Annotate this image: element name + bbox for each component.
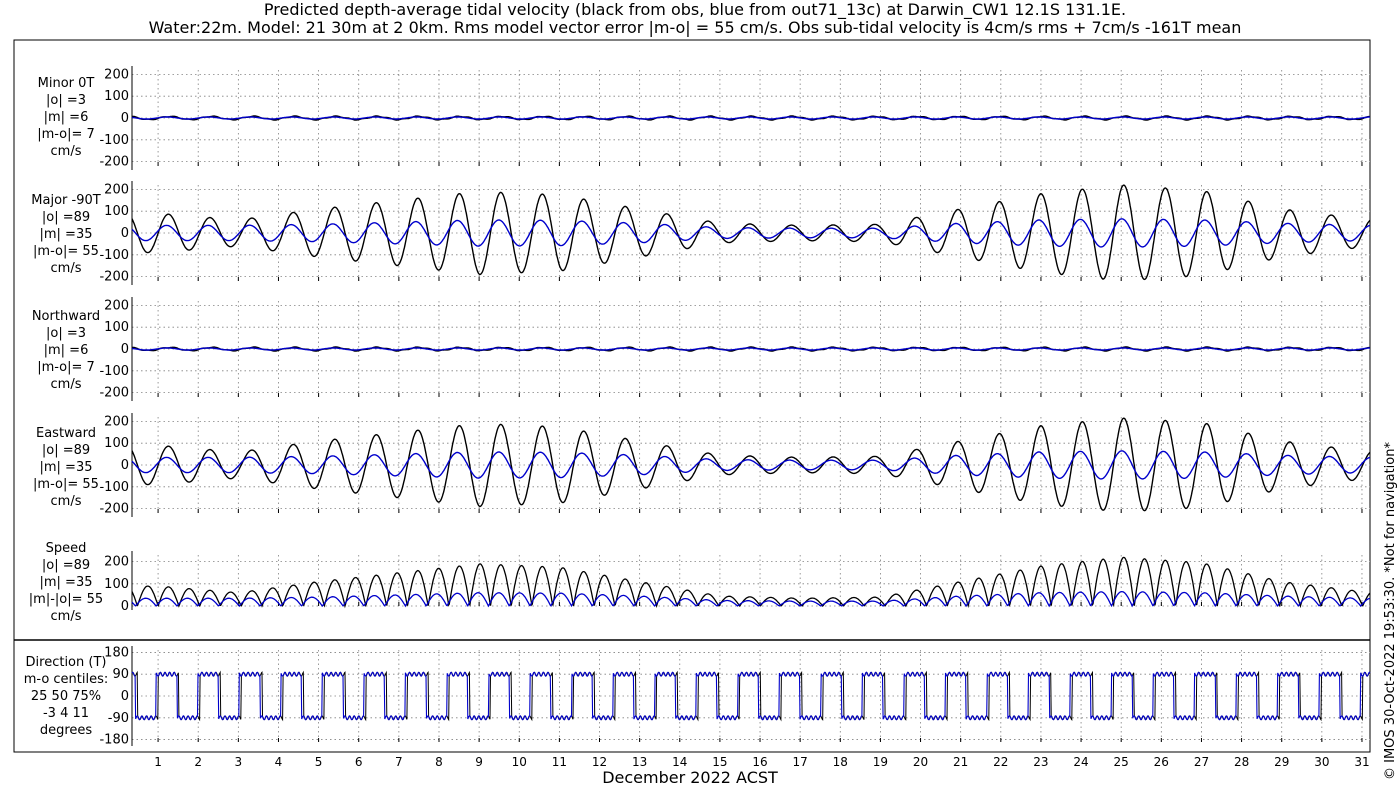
x-tick-label: 6 [355, 755, 363, 769]
y-tick-label: 90 [112, 667, 129, 682]
panel-label-line: Direction (T) [26, 655, 107, 670]
y-tick-label: 0 [121, 111, 129, 126]
y-tick-label: -180 [99, 733, 129, 748]
x-tick-label: 5 [315, 755, 323, 769]
x-tick-label: 30 [1314, 755, 1329, 769]
x-tick-label: 12 [592, 755, 607, 769]
x-axis-label: December 2022 ACST [602, 768, 778, 787]
y-tick-label: 200 [104, 182, 129, 197]
x-tick-label: 10 [512, 755, 527, 769]
tidal-velocity-chart: 2001000-100-200Minor 0T|o| =3|m| =6|m-o|… [13, 39, 1371, 769]
x-tick-label: 19 [873, 755, 888, 769]
y-tick-label: -100 [99, 364, 129, 379]
y-tick-label: -200 [99, 386, 129, 401]
y-tick-label: 200 [104, 298, 129, 313]
y-tick-label: -100 [99, 480, 129, 495]
panel-label-line: degrees [40, 723, 93, 738]
y-tick-label: -100 [99, 248, 129, 263]
panel-5: 180 90 0 -90 -180 Direction (T) m-o centiles: 2… [24, 645, 1371, 748]
x-tick-label: 24 [1073, 755, 1088, 769]
x-tick-label: 15 [712, 755, 727, 769]
plot-frame [13, 39, 1371, 753]
panel-label-line: Eastward [36, 426, 96, 441]
panel-1: 200 100 0 -100 -200 Major -90T |o| =89 |m| =35 |… [31, 181, 1371, 285]
y-tick-label: 0 [121, 342, 129, 357]
x-tick-label: 28 [1234, 755, 1249, 769]
x-tick-label: 22 [993, 755, 1008, 769]
x-tick-label: 7 [395, 755, 403, 769]
y-tick-label: 0 [121, 689, 129, 704]
panel-label-line: |o| =89 [42, 210, 90, 225]
y-tick-label: 0 [121, 458, 129, 473]
x-tick-label: 31 [1354, 755, 1369, 769]
panel-label-line: |m| =6 [44, 110, 89, 125]
x-tick-label: 9 [475, 755, 483, 769]
y-tick-label: 100 [104, 89, 129, 104]
panel-label-line: |m| =35 [40, 227, 93, 242]
y-tick-label: 180 [104, 645, 129, 660]
y-tick-label: 0 [121, 226, 129, 241]
panel-label-line: cm/s [51, 261, 82, 276]
y-tick-label: 200 [104, 414, 129, 429]
x-tick-label: 25 [1114, 755, 1129, 769]
y-tick-label: 200 [104, 67, 129, 82]
x-tick-label: 18 [833, 755, 848, 769]
panel-label-line: |o| =89 [42, 558, 90, 573]
panel-label-line: Major -90T [31, 193, 100, 208]
x-tick-label: 13 [632, 755, 647, 769]
panel-label-line: |m| =35 [40, 460, 93, 475]
panel-label-line: |m| =35 [40, 575, 93, 590]
panel-label-line: |m| =6 [44, 343, 89, 358]
x-tick-label: 27 [1194, 755, 1209, 769]
y-tick-label: 100 [104, 577, 129, 592]
x-tick-label: 3 [235, 755, 243, 769]
x-tick-label: 4 [275, 755, 283, 769]
panel-label-line: cm/s [51, 377, 82, 392]
panel-label-line: cm/s [51, 609, 82, 624]
panel-label-line: |m-o|= 7 [37, 127, 95, 142]
panel-label-line: cm/s [51, 144, 82, 159]
y-tick-label: 100 [104, 436, 129, 451]
panel-label-line: Minor 0T [38, 76, 95, 91]
x-tick-label: 11 [552, 755, 567, 769]
credit-text: © IMOS 30-Oct-2022 19:53:30. *Not for na… [1383, 442, 1398, 780]
y-tick-label: -200 [99, 155, 129, 170]
y-tick-label: -200 [99, 270, 129, 285]
y-tick-label: 100 [104, 320, 129, 335]
panel-label-line: |o| =3 [46, 326, 86, 341]
y-tick-label: -90 [108, 711, 129, 726]
panel-label-line: |m|-|o|= 55 [29, 592, 103, 607]
panel-label-line: -3 4 11 [43, 706, 89, 721]
panel-0: 200 100 0 -100 -200 Minor 0T |o| =3 |m| =6 |m-o|… [37, 66, 1370, 170]
panel-label-line: m-o centiles: [24, 672, 109, 687]
panel-2: 200 100 0 -100 -200 Northward |o| =3 |m| =6 |m-o… [32, 297, 1370, 401]
x-tick-label: 26 [1154, 755, 1169, 769]
panel-label-line: Northward [32, 309, 100, 324]
y-tick-label: -200 [99, 502, 129, 517]
x-tick-label: 20 [913, 755, 928, 769]
x-tick-label: 23 [1033, 755, 1048, 769]
y-tick-label: 200 [104, 555, 129, 570]
panel-3: 200 100 0 -100 -200 Eastward |o| =89 |m| =35 |m-… [33, 413, 1371, 517]
x-tick-label: 17 [793, 755, 808, 769]
y-tick-label: 100 [104, 204, 129, 219]
y-tick-label: 0 [121, 599, 129, 614]
x-tick-label: 16 [752, 755, 767, 769]
y-tick-label: -100 [99, 133, 129, 148]
panel-label-line: |o| =89 [42, 443, 90, 458]
panel-label-line: |m-o|= 7 [37, 360, 95, 375]
x-tick-label: 2 [194, 755, 202, 769]
panel-label-line: cm/s [51, 494, 82, 509]
panel-label-line: Speed [46, 541, 87, 556]
x-tick-label: 21 [953, 755, 968, 769]
panel-label-line: |m-o|= 55 [33, 244, 99, 259]
panel-label-line: 25 50 75% [31, 689, 101, 704]
panel-label-line: |o| =3 [46, 93, 86, 108]
x-tick-label: 8 [435, 755, 443, 769]
x-tick-label: 29 [1274, 755, 1289, 769]
panel-4: 200 100 0 Speed |o| =89 |m| =35 |m|-|o|= 55 cm/… [29, 541, 1371, 624]
panel-label-line: |m-o|= 55 [33, 477, 99, 492]
x-tick-label: 14 [672, 755, 687, 769]
x-tick-label: 1 [154, 755, 162, 769]
